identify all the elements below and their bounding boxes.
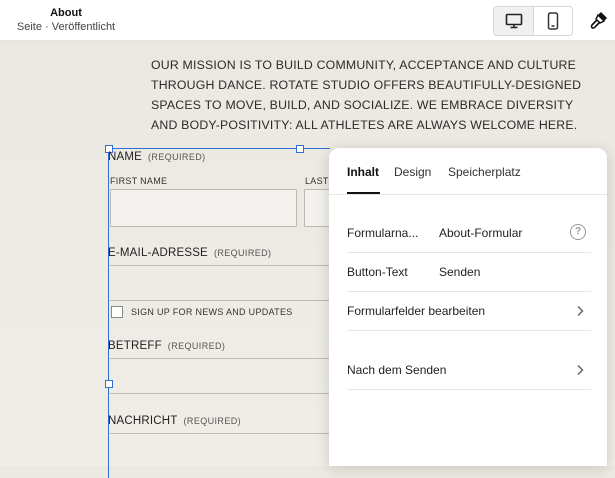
name-field-label: NAME (REQUIRED): [108, 151, 206, 163]
first-name-label: FIRST NAME: [110, 176, 168, 186]
tab-content[interactable]: Inhalt: [347, 165, 379, 179]
resize-handle-left-middle[interactable]: [105, 380, 113, 388]
form-settings-panel: Inhalt Design Speicherplatz Formularna..…: [329, 148, 607, 466]
help-icon[interactable]: ?: [570, 224, 586, 240]
email-input[interactable]: [110, 300, 330, 301]
desktop-view-button[interactable]: [494, 7, 534, 35]
edit-form-fields-row[interactable]: Formularfelder bearbeiten: [347, 292, 591, 331]
chevron-right-icon: [577, 305, 584, 317]
newsletter-checkbox[interactable]: [111, 306, 123, 318]
form-name-value[interactable]: About-Formular: [439, 226, 522, 240]
panel-tabs: Inhalt Design Speicherplatz: [329, 148, 607, 195]
mission-statement[interactable]: OUR MISSION IS TO BUILD COMMUNITY, ACCEP…: [151, 55, 591, 135]
mobile-view-button[interactable]: [533, 7, 572, 35]
message-field-label: NACHRICHT (REQUIRED): [108, 415, 242, 427]
button-text-value[interactable]: Senden: [439, 265, 480, 279]
page-status: Seite · Veröffentlicht: [16, 21, 116, 33]
desktop-icon: [505, 13, 522, 29]
first-name-input[interactable]: [110, 189, 297, 227]
last-name-label: LAST: [305, 176, 329, 186]
subject-input-top: [110, 358, 330, 359]
chevron-right-icon: [577, 364, 584, 376]
edit-form-fields-label: Formularfelder bearbeiten: [347, 304, 486, 318]
mobile-icon: [547, 12, 558, 30]
after-submit-label: Nach dem Senden: [347, 363, 447, 377]
resize-handle-top-middle[interactable]: [296, 145, 304, 153]
selection-border-left: [108, 148, 109, 478]
subject-field-label: BETREFF (REQUIRED): [108, 340, 226, 352]
after-submit-row[interactable]: Nach dem Senden: [347, 351, 591, 390]
paintbrush-icon: [590, 12, 607, 29]
form-name-label: Formularna...: [347, 226, 419, 240]
device-toggle: [493, 6, 573, 36]
email-input-top: [110, 265, 330, 266]
button-text-label: Button-Text: [347, 265, 408, 279]
tab-design[interactable]: Design: [394, 165, 431, 179]
active-tab-indicator: [347, 192, 380, 194]
newsletter-label: SIGN UP FOR NEWS AND UPDATES: [131, 307, 293, 317]
editor-top-bar: About Seite · Veröffentlicht: [0, 0, 615, 41]
page-title: About: [50, 7, 82, 19]
site-styles-button[interactable]: [588, 9, 610, 31]
form-name-row[interactable]: Formularna... About-Formular ?: [347, 214, 591, 253]
email-field-label: E-MAIL-ADRESSE (REQUIRED): [108, 247, 272, 259]
message-input[interactable]: [110, 433, 330, 434]
button-text-row[interactable]: Button-Text Senden: [347, 253, 591, 292]
tab-storage[interactable]: Speicherplatz: [448, 165, 521, 179]
subject-input[interactable]: [110, 393, 330, 394]
page-info[interactable]: About Seite · Veröffentlicht: [16, 7, 116, 34]
